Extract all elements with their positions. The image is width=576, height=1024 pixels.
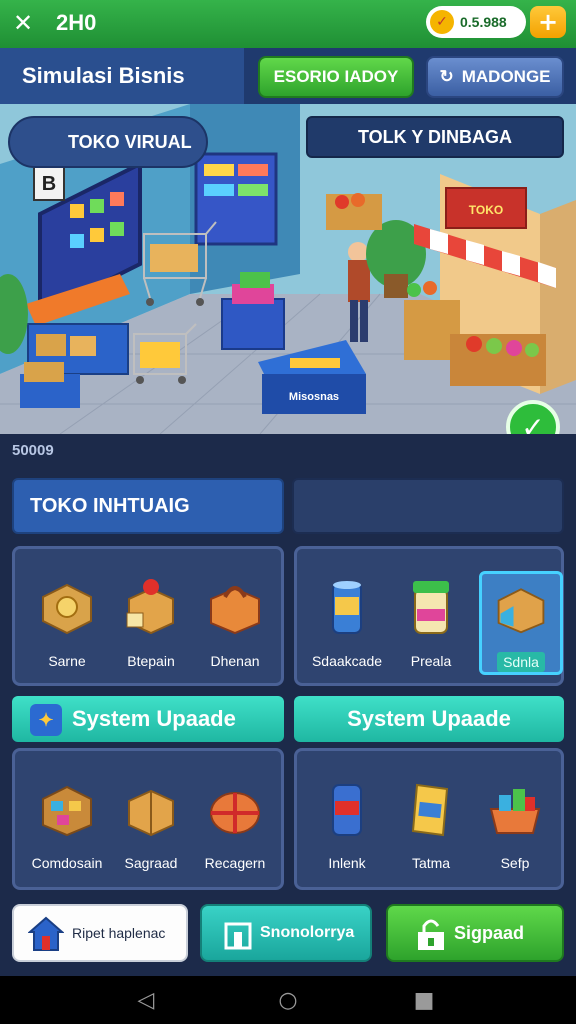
item-label: Sefp — [500, 855, 530, 871]
header-blue-button[interactable]: ↻ MADONGE — [426, 56, 564, 98]
shop-sign: TOKO — [469, 203, 503, 217]
system-upgrade-left[interactable]: ✦ System Upaade — [12, 696, 284, 742]
item-sefp[interactable]: Sefp — [473, 755, 557, 875]
gift-box-icon — [126, 579, 174, 635]
back-triangle-icon[interactable]: ◁ — [132, 986, 160, 1014]
green-action-button-label: Sigpaad — [454, 922, 525, 943]
monitor-letter: B — [42, 173, 56, 195]
item-sagraad[interactable]: Sagraad — [109, 755, 193, 875]
item-sdnla[interactable]: Sdnla — [479, 571, 563, 675]
item-inlenk[interactable]: Inlenk — [305, 755, 389, 875]
report-button[interactable]: Ripet haplenac — [12, 904, 188, 962]
jar-icon — [413, 581, 449, 634]
can-icon — [332, 581, 362, 634]
tin-can-icon — [332, 784, 362, 836]
item-comdosain[interactable]: Comdosain — [25, 755, 109, 875]
score-value: 50009 — [12, 442, 54, 459]
green-action-button[interactable]: Sigpaad — [386, 904, 564, 962]
balance-pill: ✓ 0.5.988 — [426, 6, 526, 38]
refresh-icon: ↻ — [439, 67, 454, 86]
page-title: Simulasi Bisnis — [22, 63, 185, 88]
add-currency-button[interactable]: + — [530, 6, 566, 38]
teal-action-button[interactable]: Snonolorrya — [200, 904, 372, 962]
coin-box-icon — [42, 583, 92, 635]
header: Simulasi Bisnis ESORIO IADOY ↻ MADONGE — [0, 48, 576, 104]
bag-box-icon — [210, 586, 260, 635]
panel-top-right: Sdaakcade Preala Sdnla — [294, 546, 564, 686]
section-title-left: System Upaade — [72, 706, 236, 731]
crate-icon — [42, 785, 92, 837]
snack-bag-icon — [411, 783, 449, 837]
report-button-label: Ripet haplenac — [72, 925, 166, 941]
page-title-box: Simulasi Bisnis — [0, 48, 244, 104]
item-label: Preala — [410, 653, 452, 669]
item-label: Dhenan — [210, 653, 260, 669]
panel-bottom-left: Comdosain Sagraad Recagern — [12, 748, 284, 890]
panel-top-left: Sarne Btepain Dhenan — [12, 546, 284, 686]
system-upgrade-right[interactable]: System Upaade — [294, 696, 564, 742]
tab-toko[interactable]: TOKO INHTUAIG — [12, 478, 284, 534]
top-bar: ✕ 2H0 ✓ 0.5.988 + — [0, 0, 576, 48]
store-scene: B Misosnas TOKO TOKO VIRUAL TOLK Y DINBA… — [0, 104, 576, 434]
store-icon — [224, 922, 252, 950]
box-icon — [497, 588, 545, 634]
item-label: Tatma — [411, 855, 451, 871]
balance-value: 0.5.988 — [460, 14, 507, 30]
item-sarne[interactable]: Sarne — [25, 553, 109, 673]
item-label: Sarne — [48, 653, 86, 669]
item-sdaakcade[interactable]: Sdaakcade — [305, 553, 389, 673]
item-recagern[interactable]: Recagern — [193, 755, 277, 875]
item-label: Inlenk — [328, 855, 366, 871]
parcel-icon — [128, 789, 174, 837]
teal-action-button-label: Snonolorrya — [260, 924, 355, 941]
basket-icon — [489, 789, 541, 834]
item-label: Sagraad — [124, 855, 178, 871]
item-preala[interactable]: Preala — [389, 553, 473, 673]
arrow-left-icon[interactable]: ✕ — [8, 8, 38, 38]
system-nav-bar: ◁ ○ ■ — [0, 976, 576, 1024]
tab-empty[interactable] — [292, 478, 564, 534]
fox-icon: ✦ — [30, 704, 62, 736]
wrapped-box-icon — [210, 792, 260, 834]
item-label: Sdnla — [497, 652, 545, 672]
lock-icon — [418, 919, 444, 950]
counter-sign: Misosnas — [289, 391, 339, 403]
item-label: Recagern — [204, 855, 266, 871]
home-circle-icon[interactable]: ○ — [274, 986, 302, 1014]
header-blue-button-label: MADONGE — [461, 67, 551, 86]
item-label: Comdosain — [31, 855, 103, 871]
header-green-button[interactable]: ESORIO IADOY — [258, 56, 414, 98]
scene-label[interactable]: TOLK Y DINBAGA — [306, 116, 564, 158]
house-icon — [28, 916, 64, 951]
item-btepain[interactable]: Btepain — [109, 553, 193, 673]
coin-counter: 2H0 — [56, 10, 97, 35]
recents-square-icon[interactable]: ■ — [410, 986, 438, 1014]
item-label: Sdaakcade — [311, 653, 383, 669]
item-dhenan[interactable]: Dhenan — [193, 553, 277, 673]
store-name-badge: TOKO VIRUAL — [8, 116, 208, 168]
item-label: Btepain — [127, 653, 175, 669]
section-title-right: System Upaade — [347, 706, 511, 731]
item-tatma[interactable]: Tatma — [389, 755, 473, 875]
panel-bottom-right: Inlenk Tatma Sefp — [294, 748, 564, 890]
checkmark-coin-icon: ✓ — [430, 10, 454, 34]
